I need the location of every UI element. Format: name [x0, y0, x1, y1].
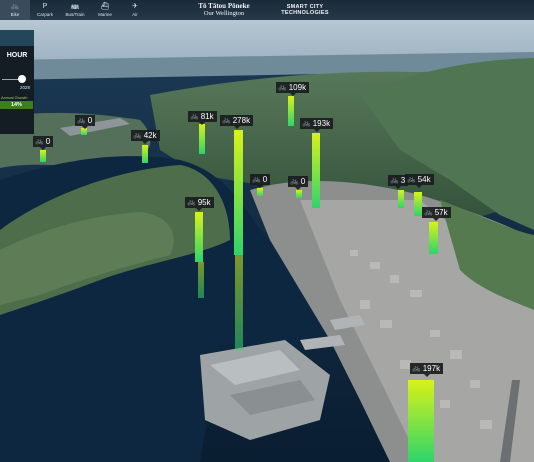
bicycle-icon: 🚲	[290, 178, 299, 185]
counter-bar[interactable]	[429, 222, 438, 254]
brand-title-line1: Tō Tātou Pōneke	[198, 2, 250, 10]
smart-city-logo: SMART CITY TECHNOLOGIES	[275, 4, 335, 16]
smart-city-line2: TECHNOLOGIES	[281, 10, 329, 16]
counter-label[interactable]: 🚲 278k	[220, 115, 254, 129]
panel-header-strip	[0, 30, 34, 46]
nav-label: Bike	[10, 12, 20, 17]
counter-bar[interactable]	[234, 130, 243, 255]
nav-label: Carpark	[36, 12, 53, 17]
counter-value: 193k	[312, 119, 331, 128]
nav-marine-tab[interactable]: ⛴ Marine	[90, 0, 120, 20]
counter-value: 42k	[143, 131, 157, 140]
panel-body: HOUR 2028 Annual Growth 14%	[0, 46, 34, 134]
counter-label[interactable]: 🚲 42k	[131, 130, 160, 144]
bicycle-icon: 🚲	[187, 199, 196, 206]
bicycle-icon: 🚲	[133, 132, 142, 139]
counter-value: 81k	[200, 112, 214, 121]
counter-bar[interactable]	[414, 192, 422, 216]
counter-value: 197k	[422, 364, 441, 373]
bicycle-icon: 🚲	[424, 209, 433, 216]
nav-label: Bus/Train	[65, 12, 85, 17]
counter-bar[interactable]	[398, 190, 404, 208]
counter-value: 0	[262, 175, 268, 184]
brand-title-line2: Our Wellington	[203, 10, 245, 17]
counter-value: 278k	[232, 116, 251, 125]
year-slider[interactable]	[2, 75, 27, 83]
nav-bus-train-tab[interactable]: 🚌 Bus/Train	[60, 0, 90, 20]
counter-value: 0	[300, 177, 306, 186]
counter-bar[interactable]	[142, 145, 148, 163]
bicycle-icon: 🚲	[252, 176, 261, 183]
bicycle-icon: 🚲	[302, 120, 311, 127]
counter-value: 95k	[197, 198, 211, 207]
bicycle-icon: 🚲	[35, 138, 44, 145]
airplane-icon: ✈	[132, 3, 138, 10]
bicycle-icon: 🚲	[390, 177, 399, 184]
bicycle-icon: 🚲	[190, 113, 199, 120]
annual-growth-value: 14%	[0, 101, 33, 109]
ferry-icon: ⛴	[100, 3, 110, 10]
counter-label[interactable]: 🚲 109k	[276, 82, 310, 96]
counter-label[interactable]: 🚲 0	[33, 136, 54, 150]
bicycle-icon: 🚲	[10, 3, 20, 10]
bicycle-icon: 🚲	[77, 117, 86, 124]
brand-title: Tō Tātou Pōneke Our Wellington	[189, 3, 259, 18]
counter-bar[interactable]	[199, 124, 205, 154]
counter-label[interactable]: 🚲 95k	[185, 197, 214, 211]
counter-label[interactable]: 🚲 0	[250, 174, 271, 188]
counter-bar[interactable]	[195, 212, 203, 262]
hour-title: HOUR	[6, 52, 28, 59]
counter-label[interactable]: 🚲 0	[288, 176, 309, 190]
year-value: 2028	[19, 85, 30, 90]
nav-air-tab[interactable]: ✈ Air	[120, 0, 150, 20]
counter-bar-reflection	[235, 255, 243, 350]
counter-bar[interactable]	[288, 96, 294, 126]
nav-label: Air	[132, 12, 138, 17]
slider-handle[interactable]	[18, 75, 27, 83]
top-nav-bar: 🚲 Bike P Carpark 🚌 Bus/Train ⛴ Marine ✈ …	[0, 0, 534, 20]
counter-bar[interactable]	[296, 190, 302, 198]
counter-label[interactable]: 🚲 57k	[422, 207, 451, 221]
counter-value: 57k	[434, 208, 448, 217]
counter-label[interactable]: 🚲 81k	[188, 111, 217, 125]
time-control-panel: HOUR 2028 Annual Growth 14%	[0, 30, 34, 134]
counter-bar-reflection	[198, 262, 204, 298]
counter-bar[interactable]	[81, 128, 87, 135]
counter-bar[interactable]	[40, 150, 46, 162]
nav-bike-tab[interactable]: 🚲 Bike	[0, 0, 30, 20]
parking-icon: P	[42, 3, 48, 10]
aerial-city-map[interactable]	[0, 0, 534, 462]
counter-label[interactable]: 🚲 197k	[410, 363, 444, 377]
bicycle-icon: 🚲	[407, 176, 416, 183]
bicycle-icon: 🚲	[412, 365, 421, 372]
counter-value: 54k	[417, 175, 431, 184]
counter-label[interactable]: 🚲 54k	[405, 174, 434, 188]
counter-value: 109k	[288, 83, 307, 92]
annual-growth-label: Annual Growth	[1, 95, 28, 100]
counter-value: 0	[87, 116, 93, 125]
counter-label[interactable]: 🚲 193k	[300, 118, 334, 132]
counter-bar[interactable]	[257, 188, 263, 196]
bicycle-icon: 🚲	[222, 117, 231, 124]
nav-label: Marine	[98, 12, 112, 17]
bicycle-icon: 🚲	[278, 84, 287, 91]
bus-icon: 🚌	[70, 3, 80, 10]
counter-bar[interactable]	[408, 380, 434, 462]
nav-carpark-tab[interactable]: P Carpark	[30, 0, 60, 20]
counter-label[interactable]: 🚲 0	[75, 115, 96, 129]
counter-bar[interactable]	[312, 133, 320, 208]
counter-value: 0	[45, 137, 51, 146]
